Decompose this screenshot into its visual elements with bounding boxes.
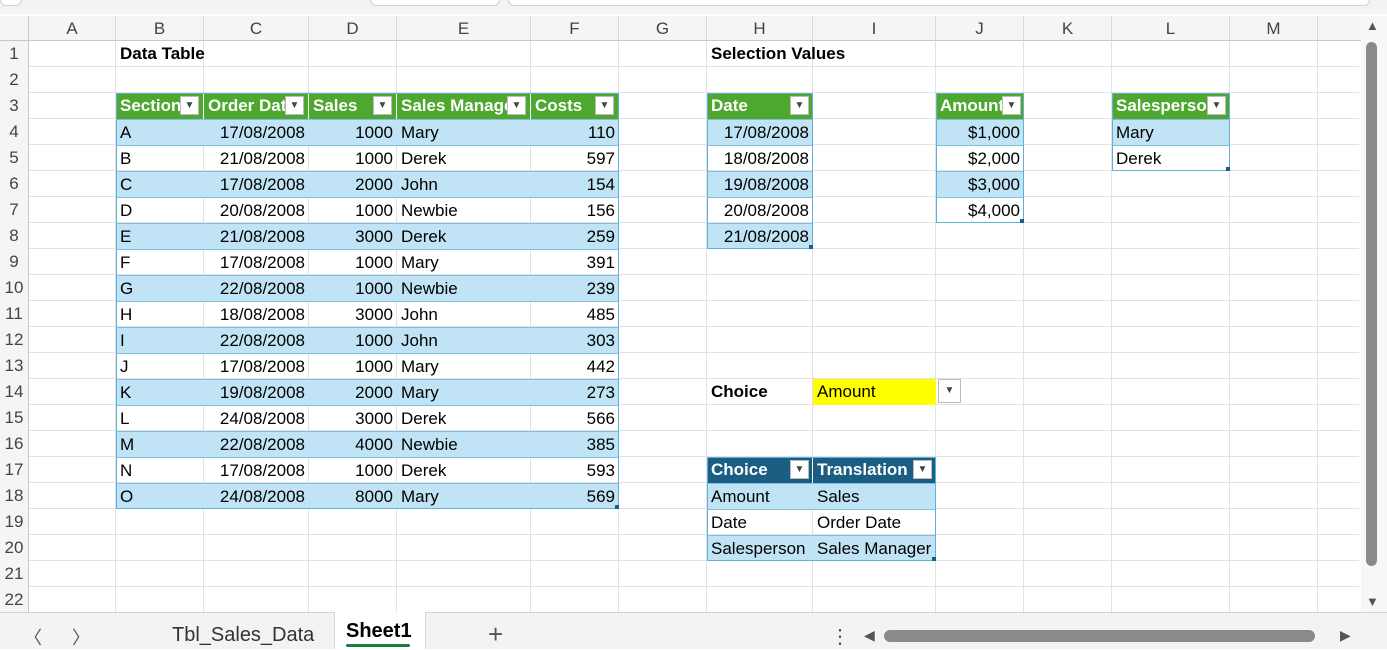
row-header-16[interactable]: 16: [0, 431, 29, 457]
column-header-m[interactable]: M: [1230, 16, 1318, 41]
translation-table-border: [707, 457, 936, 561]
column-header-a[interactable]: A: [29, 16, 116, 41]
column-header-e[interactable]: E: [397, 16, 531, 41]
column-header-i[interactable]: I: [813, 16, 936, 41]
table-resize-handle[interactable]: [1226, 167, 1230, 171]
row-header-22[interactable]: 22: [0, 587, 29, 613]
row-header-6[interactable]: 6: [0, 171, 29, 197]
amount-table-border: [936, 93, 1024, 223]
row-header-17[interactable]: 17: [0, 457, 29, 483]
sheet-tab-sheet1-label[interactable]: Sheet1: [346, 620, 412, 643]
chevron-left-icon[interactable]: 〈: [24, 624, 42, 650]
table-resize-handle[interactable]: [932, 557, 936, 561]
scroll-right-arrow-icon[interactable]: ▶: [1340, 627, 1351, 644]
plus-icon[interactable]: +: [488, 621, 503, 647]
row-header-1[interactable]: 1: [0, 41, 29, 67]
active-tab-underline: [346, 644, 410, 647]
column-header-b[interactable]: B: [116, 16, 204, 41]
table-resize-handle[interactable]: [1020, 219, 1024, 223]
row-header-18[interactable]: 18: [0, 483, 29, 509]
choice-dropdown-arrow[interactable]: ▼: [938, 379, 961, 403]
column-header-l[interactable]: L: [1112, 16, 1230, 41]
toolbar-edge: [0, 0, 22, 6]
row-header-14[interactable]: 14: [0, 379, 29, 405]
date-table-border: [707, 93, 813, 249]
salesperson-table-border: [1112, 93, 1230, 171]
row-header-7[interactable]: 7: [0, 197, 29, 223]
column-header-g[interactable]: G: [619, 16, 707, 41]
choice-label[interactable]: Choice: [707, 379, 813, 405]
row-header-13[interactable]: 13: [0, 353, 29, 379]
column-header-d[interactable]: D: [309, 16, 397, 41]
table-resize-handle[interactable]: [809, 245, 813, 249]
data-table-title[interactable]: Data Table: [116, 41, 309, 67]
row-header-2[interactable]: 2: [0, 67, 29, 93]
column-header-j[interactable]: J: [936, 16, 1024, 41]
column-header-h[interactable]: H: [707, 16, 813, 41]
choice-dropdown-value[interactable]: Amount: [813, 379, 936, 405]
horizontal-scroll-thumb[interactable]: [884, 630, 1315, 642]
vertical-scroll-thumb[interactable]: [1366, 42, 1377, 566]
table-resize-handle[interactable]: [615, 505, 619, 509]
gridline-horizontal: [29, 586, 1359, 587]
row-header-4[interactable]: 4: [0, 119, 29, 145]
data-table-border: [116, 93, 619, 509]
row-header-19[interactable]: 19: [0, 509, 29, 535]
selection-values-title[interactable]: Selection Values: [707, 41, 936, 67]
scroll-down-arrow-icon[interactable]: ▼: [1366, 594, 1379, 609]
row-header-8[interactable]: 8: [0, 223, 29, 249]
row-header-20[interactable]: 20: [0, 535, 29, 561]
gridline-horizontal: [29, 560, 1359, 561]
chevron-right-icon[interactable]: 〉: [72, 624, 90, 650]
row-header-5[interactable]: 5: [0, 145, 29, 171]
row-header-9[interactable]: 9: [0, 249, 29, 275]
column-header-k[interactable]: K: [1024, 16, 1112, 41]
column-header-c[interactable]: C: [204, 16, 309, 41]
row-header-12[interactable]: 12: [0, 327, 29, 353]
row-header-11[interactable]: 11: [0, 301, 29, 327]
row-header-21[interactable]: 21: [0, 561, 29, 587]
top-toolbar-strip: [0, 0, 1387, 14]
gridline-horizontal: [29, 534, 1359, 535]
toolbar-edge: [508, 0, 1370, 6]
sheet-tab-tbl-sales-data[interactable]: Tbl_Sales_Data: [172, 624, 314, 647]
row-header-10[interactable]: 10: [0, 275, 29, 301]
column-header-f[interactable]: F: [531, 16, 619, 41]
toolbar-edge: [370, 0, 500, 6]
vertical-dots-icon[interactable]: ⋮: [830, 624, 850, 649]
scroll-left-arrow-icon[interactable]: ◀: [864, 627, 875, 644]
row-header-3[interactable]: 3: [0, 93, 29, 119]
row-header-15[interactable]: 15: [0, 405, 29, 431]
select-all-corner[interactable]: [0, 16, 29, 41]
column-header-extra[interactable]: [1318, 16, 1361, 41]
scroll-up-arrow-icon[interactable]: ▲: [1366, 18, 1379, 33]
